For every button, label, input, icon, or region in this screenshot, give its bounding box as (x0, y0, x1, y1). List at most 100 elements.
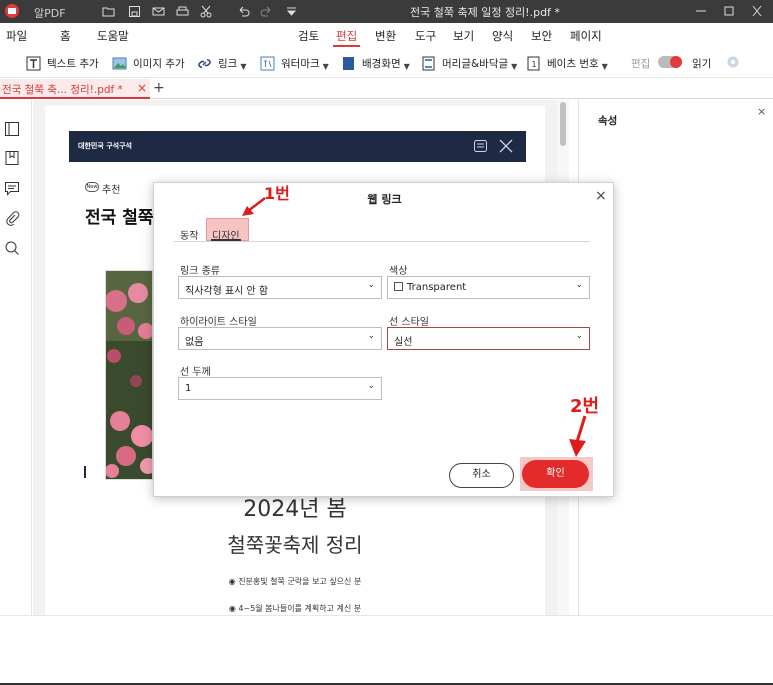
bates-number-button[interactable]: 1 베이츠 번호 ▼ (526, 54, 608, 72)
category-label: 추천 (102, 185, 121, 196)
image-icon (112, 57, 127, 69)
new-badge: New (85, 182, 99, 192)
link-label: 링크 (218, 57, 238, 70)
folder-icon[interactable] (102, 5, 115, 18)
edit-read-toggle[interactable] (658, 56, 682, 68)
add-image-button[interactable]: 이미지 추가 (112, 54, 185, 72)
search-icon[interactable] (4, 240, 20, 256)
color-swatch (394, 282, 403, 291)
text-box-icon (26, 56, 41, 70)
page-side-marker (84, 466, 86, 478)
page-title-text: 전국 철쭉 (85, 208, 154, 228)
color-select[interactable]: Transparent ⌄ (387, 276, 590, 299)
line-width-label: 선 두께 (180, 367, 211, 378)
document-tab-label: 전국 철쭉 축... 정리!.pdf * (2, 84, 123, 96)
menu-edit[interactable]: 편집 (336, 28, 357, 44)
page-menu-icon (474, 140, 487, 152)
close-window-icon[interactable] (748, 3, 766, 19)
new-tab-icon[interactable]: + (153, 80, 165, 96)
color-value: Transparent (407, 282, 467, 293)
link-type-select[interactable]: 직사각형 표시 안 함 ⌄ (178, 276, 382, 299)
background-icon (343, 56, 354, 70)
scissors-icon[interactable] (200, 5, 213, 18)
line-style-select[interactable]: 실선 ⌄ (387, 327, 590, 350)
maximize-icon[interactable] (720, 3, 738, 19)
undo-icon[interactable] (237, 5, 250, 18)
menu-view[interactable]: 보기 (453, 28, 474, 44)
menu-page[interactable]: 페이지 (570, 28, 602, 44)
chevron-down-icon: ⌄ (367, 280, 375, 290)
document-tab[interactable]: 전국 철쭉 축... 정리!.pdf * × (0, 79, 150, 99)
menu-bar: 파일 홈 도움말 검토 편집 변환 도구 보기 양식 보안 페이지 (0, 23, 773, 47)
ok-button[interactable]: 확인 (522, 460, 589, 488)
quick-access-dropdown-icon[interactable] (285, 5, 298, 18)
add-text-label: 텍스트 추가 (47, 57, 99, 70)
status-area (0, 615, 773, 685)
comment-icon[interactable] (4, 180, 20, 196)
document-title: 전국 철쭉 축제 일정 정리!.pdf * (410, 6, 560, 19)
close-properties-icon[interactable]: × (757, 105, 766, 118)
link-type-label: 링크 종류 (180, 266, 220, 277)
highlight-style-label: 하이라이트 스타일 (180, 317, 257, 328)
watermark-button[interactable]: 워터마크 ▼ (260, 54, 329, 72)
background-label: 배경화면 (362, 57, 401, 70)
chevron-down-icon: ⌄ (575, 280, 583, 290)
bates-number-dropdown-caret[interactable]: ▼ (602, 62, 608, 71)
menu-home[interactable]: 홈 (60, 28, 71, 44)
link-icon (198, 58, 211, 68)
print-icon[interactable] (176, 5, 189, 18)
tab-action[interactable]: 동작 (180, 227, 198, 242)
background-button[interactable]: 배경화면 ▼ (341, 54, 410, 72)
header-footer-button[interactable]: 머리글&바닥글 ▼ (421, 54, 517, 72)
watermark-icon (260, 56, 275, 70)
dialog-title: 웹 링크 (367, 193, 402, 206)
watermark-label: 워터마크 (281, 57, 320, 70)
header-footer-label: 머리글&바닥글 (442, 57, 509, 70)
menu-review[interactable]: 검토 (298, 28, 319, 44)
save-icon[interactable] (128, 5, 141, 18)
cancel-button[interactable]: 취소 (449, 463, 514, 488)
edit-toolbar: 텍스트 추가 이미지 추가 링크 ▼ 워터마크 ▼ 배경화면 ▼ 머리글&바닥글… (0, 48, 773, 78)
background-dropdown-caret[interactable]: ▼ (404, 62, 410, 71)
add-text-button[interactable]: 텍스트 추가 (26, 54, 99, 72)
link-button[interactable]: 링크 ▼ (197, 54, 246, 72)
redo-icon[interactable] (260, 5, 273, 18)
line-width-select[interactable]: 1 ⌄ (178, 377, 382, 400)
watermark-dropdown-caret[interactable]: ▼ (323, 62, 329, 71)
page-bullet-1: ◉ 진분홍빛 철쭉 군락을 보고 싶으신 분 (228, 577, 362, 586)
dialog-close-icon[interactable]: × (595, 188, 607, 204)
scrollbar-thumb[interactable] (560, 102, 566, 146)
highlight-style-select[interactable]: 없음 ⌄ (178, 327, 382, 350)
menu-tools[interactable]: 도구 (415, 28, 436, 44)
link-dropdown-caret[interactable]: ▼ (240, 62, 246, 71)
page-festival-heading: 철쭉꽃축제 정리 (227, 533, 363, 557)
thumbnail-panel-icon[interactable] (4, 121, 20, 137)
menu-security[interactable]: 보안 (531, 28, 552, 44)
app-logo-icon (5, 4, 19, 18)
close-tab-icon[interactable]: × (137, 81, 147, 95)
color-label: 색상 (389, 266, 408, 277)
web-link-dialog: 웹 링크 × 동작 디자인 링크 종류 직사각형 표시 안 함 ⌄ 색상 Tra… (153, 182, 614, 497)
chevron-down-icon: ⌄ (367, 331, 375, 341)
menu-file[interactable]: 파일 (6, 28, 27, 44)
menu-form[interactable]: 양식 (492, 28, 513, 44)
menu-help[interactable]: 도움말 (97, 28, 129, 44)
line-style-value: 실선 (394, 337, 413, 348)
toggle-knob (670, 56, 682, 68)
step2-arrow-icon (569, 415, 587, 457)
minimize-icon[interactable] (692, 3, 710, 19)
link-type-value: 직사각형 표시 안 함 (185, 286, 269, 297)
page-header-banner: 대한민국 구석구석 (69, 131, 526, 162)
page-bullet-2: ◉ 4~5월 봄나들이를 계획하고 계신 분 (228, 604, 362, 613)
attachment-icon[interactable] (4, 210, 20, 226)
bates-number-label: 베이츠 번호 (547, 57, 599, 70)
settings-gear-icon[interactable] (726, 55, 740, 69)
page-close-icon (499, 139, 513, 153)
svg-text:1: 1 (532, 60, 537, 69)
bookmark-icon[interactable] (4, 150, 20, 166)
chevron-down-icon: ⌄ (367, 381, 375, 391)
menu-convert[interactable]: 변환 (375, 28, 396, 44)
line-style-label: 선 스타일 (389, 317, 429, 328)
header-footer-dropdown-caret[interactable]: ▼ (511, 62, 517, 71)
mail-icon[interactable] (152, 5, 165, 18)
